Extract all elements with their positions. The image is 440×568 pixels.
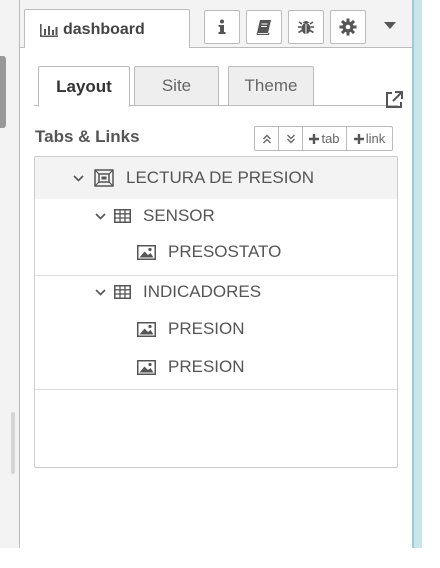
- chevrons-up-icon: [262, 134, 272, 144]
- book-icon: [255, 19, 273, 35]
- tab-layout-label: Layout: [56, 76, 112, 96]
- section-title: Tabs & Links: [35, 127, 140, 146]
- tree-toolbar: tab link: [254, 126, 393, 151]
- plus-icon: [309, 133, 320, 144]
- tab-layout[interactable]: Layout: [38, 66, 130, 107]
- tab-theme-label: Theme: [244, 76, 298, 95]
- tree-widget-row[interactable]: PRESION: [35, 348, 397, 386]
- plus-icon: [353, 133, 364, 144]
- tree-widget-row[interactable]: PRESOSTATO: [35, 233, 397, 271]
- bar-chart-icon: [39, 22, 59, 38]
- tab-site-label: Site: [161, 76, 192, 95]
- table-icon: [114, 285, 131, 299]
- tree-group-row[interactable]: INDICADORES: [35, 275, 397, 309]
- workspace-edge: [412, 0, 422, 548]
- tree-group-label: INDICADORES: [143, 282, 262, 301]
- image-icon: [137, 321, 156, 337]
- add-tab-label: tab: [321, 131, 340, 146]
- tree-tab-label: LECTURA DE PRESION: [126, 168, 314, 187]
- tree-widget-row[interactable]: PRESION: [35, 310, 397, 348]
- tabs-links-tree: LECTURA DE PRESION SENSOR PRESOSTATO IND…: [34, 156, 398, 468]
- image-icon: [137, 359, 156, 375]
- sidebar-menu-button[interactable]: [378, 14, 402, 38]
- add-link-button[interactable]: link: [346, 126, 393, 151]
- bug-icon: [297, 18, 315, 36]
- dashboard-sidebar-content: Layout Site Theme Tabs & Links tab link …: [20, 48, 412, 548]
- canvas-edge: [0, 0, 20, 548]
- chevrons-down-icon: [286, 134, 296, 144]
- add-tab-button[interactable]: tab: [302, 126, 347, 151]
- add-link-label: link: [365, 131, 386, 146]
- tab-site[interactable]: Site: [134, 66, 219, 106]
- chevron-down-icon[interactable]: [71, 171, 85, 185]
- group-divider: [35, 389, 397, 390]
- tree-widget-label: PRESOSTATO: [168, 242, 282, 261]
- help-button[interactable]: [246, 10, 282, 44]
- open-dashboard-button[interactable]: [384, 90, 404, 110]
- settings-button[interactable]: [330, 10, 366, 44]
- caret-down-icon: [384, 22, 396, 30]
- external-link-icon: [384, 90, 404, 110]
- tree-tab-row[interactable]: LECTURA DE PRESION: [35, 157, 397, 199]
- info-icon: [217, 19, 227, 35]
- info-button[interactable]: [204, 10, 240, 44]
- canvas-scroll-indicator: [11, 412, 15, 474]
- window-bottom: [0, 548, 440, 568]
- chevron-down-icon[interactable]: [93, 209, 107, 223]
- tree-widget-label: PRESION: [168, 357, 245, 376]
- tree-group-row[interactable]: SENSOR: [35, 199, 397, 233]
- tab-frame-icon: [94, 169, 114, 187]
- window-margin: [422, 0, 440, 568]
- gear-icon: [339, 18, 357, 36]
- table-icon: [114, 209, 131, 223]
- chevron-down-icon[interactable]: [93, 285, 107, 299]
- tree-group-label: SENSOR: [143, 206, 215, 225]
- subtab-bar: Layout Site Theme: [34, 66, 403, 108]
- collapse-all-button[interactable]: [278, 126, 303, 151]
- sidebar-header: dashboard: [20, 0, 412, 49]
- sidebar-tab-label: dashboard: [63, 20, 145, 38]
- debug-button[interactable]: [288, 10, 324, 44]
- sidebar-tab-dashboard[interactable]: dashboard: [24, 9, 190, 49]
- image-icon: [137, 244, 156, 260]
- tree-widget-label: PRESION: [168, 319, 245, 338]
- canvas-scrollbar-thumb[interactable]: [0, 56, 6, 128]
- expand-all-button[interactable]: [254, 126, 279, 151]
- tab-theme[interactable]: Theme: [228, 66, 314, 106]
